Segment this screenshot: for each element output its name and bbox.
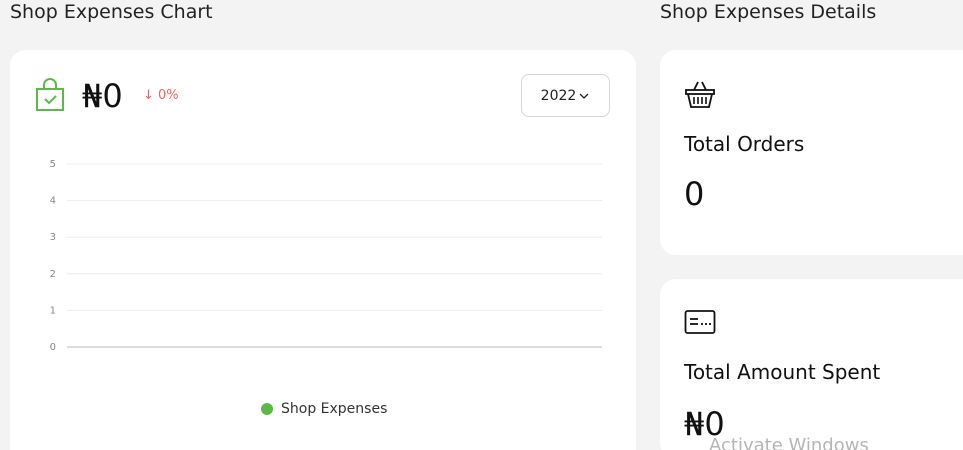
legend-color-dot	[261, 403, 273, 415]
total-orders-label: Total Orders	[684, 132, 805, 156]
total-orders-card: Total Orders 0	[660, 50, 963, 255]
y-tick-label: 3	[50, 232, 56, 243]
y-tick-label: 1	[50, 305, 56, 316]
chart-section-title: Shop Expenses Chart	[10, 1, 213, 23]
total-orders-value: 0	[684, 175, 705, 213]
total-amount-spent-label: Total Amount Spent	[684, 360, 881, 384]
shop-expenses-chart: 0 1 2 3 4 5	[50, 159, 602, 353]
total-amount-spent-card: Total Amount Spent ₦0	[660, 279, 963, 450]
chart-card: ₦0 ↓ 0% 2022 012345 Shop Expenses	[10, 50, 636, 450]
chart-legend[interactable]: Shop Expenses	[261, 401, 387, 417]
y-tick-label: 5	[50, 159, 56, 170]
page: Shop Expenses Chart Shop Expenses Detail…	[0, 0, 963, 450]
y-tick-label: 0	[50, 342, 56, 353]
activate-windows-watermark: Activate Windows	[709, 435, 869, 450]
y-tick-label: 2	[50, 269, 56, 280]
credit-card-icon	[684, 310, 716, 334]
details-section-title: Shop Expenses Details	[660, 1, 877, 23]
shopping-basket-icon	[685, 81, 715, 108]
y-tick-label: 4	[50, 196, 56, 207]
legend-label: Shop Expenses	[281, 401, 388, 417]
